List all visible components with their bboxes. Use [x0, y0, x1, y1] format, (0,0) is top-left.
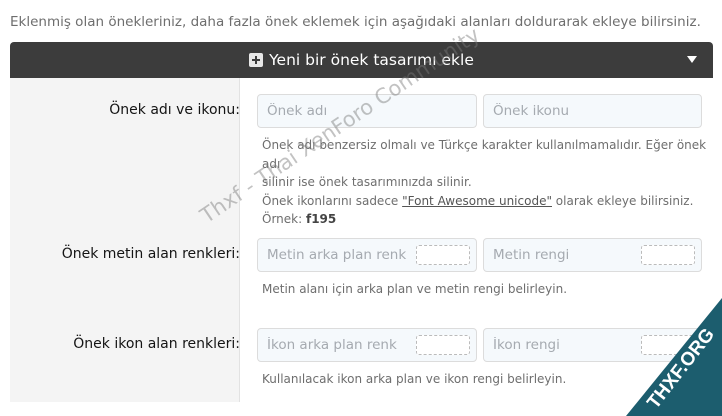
icon-bg-color-swatch[interactable] [416, 335, 470, 355]
prefix-icon-field[interactable] [483, 94, 702, 128]
prefix-icon-input[interactable] [491, 102, 694, 120]
icon-colors-hint: Kullanılacak ikon arka plan ve ikon reng… [262, 372, 567, 386]
hint-line-3: Önek ikonlarını sadece "Font Awesome uni… [262, 192, 713, 211]
hint-line-3-post: olarak ekleye bilirsiniz. [551, 193, 694, 208]
icon-bg-color-field[interactable] [257, 328, 477, 362]
add-prefix-form: Önek adı ve ikonu: Önek adı benzersiz ol… [10, 78, 713, 416]
prefix-name-field[interactable] [257, 94, 477, 128]
text-bg-color-swatch[interactable] [416, 245, 470, 265]
text-colors-label: Önek metin alan renkleri: [61, 246, 240, 262]
hint-line-1: Önek adı benzersiz olmalı ve Türkçe kara… [262, 138, 707, 171]
icon-color-swatch[interactable] [641, 335, 695, 355]
header-title: Yeni bir önek tasarımı ekle [269, 51, 474, 69]
hint-line-3-pre: Önek ikonlarını sadece [262, 193, 403, 208]
example-value: f195 [305, 212, 337, 226]
icon-colors-label: Önek ikon alan renkleri: [73, 336, 240, 352]
icon-color-field[interactable] [483, 328, 702, 362]
prefix-name-input[interactable] [265, 102, 469, 120]
hint-line-2: silinir ise önek tasarımınızda silinir. [262, 175, 472, 189]
text-color-field[interactable] [483, 238, 702, 272]
caret-down-icon[interactable] [687, 56, 697, 63]
prefix-name-label: Önek adı ve ikonu: [109, 102, 240, 118]
text-bg-color-field[interactable] [257, 238, 477, 272]
hint-example: Örnek: f195 [262, 210, 713, 229]
add-prefix-toggle-header[interactable]: Yeni bir önek tasarımı ekle [10, 42, 713, 78]
intro-text: Eklenmiş olan önekleriniz, daha fazla ön… [10, 14, 701, 30]
prefix-name-hint: Önek adı benzersiz olmalı ve Türkçe kara… [262, 136, 713, 229]
font-awesome-link[interactable]: "Font Awesome unicode" [402, 194, 552, 208]
plus-square-icon [249, 53, 264, 67]
text-color-swatch[interactable] [641, 245, 695, 265]
text-colors-hint: Metin alanı için arka plan ve metin reng… [262, 282, 568, 296]
example-label: Örnek: [262, 212, 306, 226]
label-column [10, 78, 240, 402]
